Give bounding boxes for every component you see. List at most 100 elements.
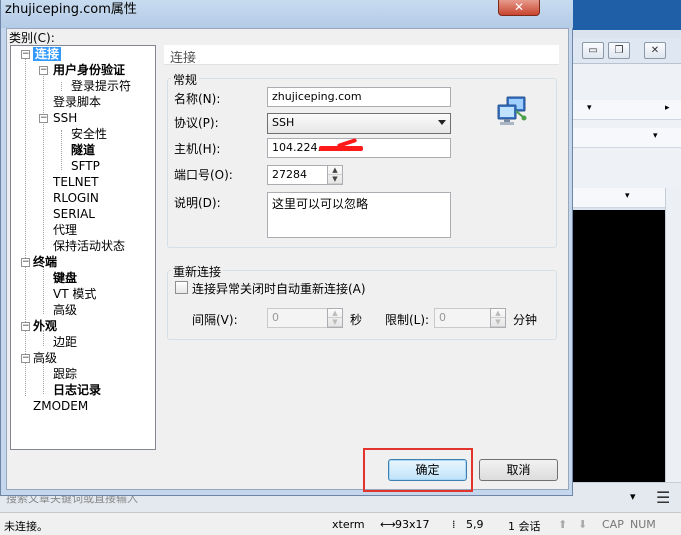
tree-line: [43, 74, 44, 249]
name-label: 名称(N):: [174, 92, 221, 106]
collapse-icon[interactable]: −: [39, 114, 48, 123]
close-icon[interactable]: ✕: [644, 42, 666, 59]
tree-line: [43, 266, 44, 314]
tree-item-zmodem[interactable]: ZMODEM: [33, 398, 88, 414]
tree-item-logging[interactable]: 日志记录: [53, 382, 101, 398]
port-spinner[interactable]: ▲ ▼: [327, 165, 343, 185]
spin-down-icon[interactable]: ▼: [328, 318, 342, 327]
tree-item-tunnel[interactable]: 隧道: [71, 142, 95, 158]
num-indicator: NUM: [630, 518, 656, 531]
tree-item-terminal[interactable]: 终端: [33, 254, 57, 270]
tree-item-login-script[interactable]: 登录脚本: [53, 94, 101, 110]
terminal-scrollbar[interactable]: [665, 188, 681, 482]
tree-item-ssh[interactable]: SSH: [53, 110, 77, 126]
auto-reconnect-checkbox[interactable]: [175, 281, 188, 294]
resize-icon: ⟷: [380, 518, 396, 531]
tree-item-keepalive[interactable]: 保持活动状态: [53, 238, 125, 254]
reconnect-group-title: 重新连接: [171, 263, 224, 280]
menu-icon[interactable]: ☰: [656, 488, 670, 507]
chevron-down-icon[interactable]: ▾: [625, 191, 630, 201]
tree-item-keyboard[interactable]: 键盘: [53, 270, 77, 286]
port-label: 端口号(O):: [174, 168, 233, 182]
cursor-icon: ⁞: [452, 518, 456, 531]
restore-icon[interactable]: ❐: [608, 42, 630, 59]
interval-spinner[interactable]: ▲ ▼: [327, 308, 343, 328]
limit-input[interactable]: 0: [434, 308, 494, 328]
scroll-right-icon[interactable]: ▸: [665, 103, 670, 113]
dropdown-icon[interactable]: ▾: [587, 103, 592, 113]
tree-item-terminal-advanced[interactable]: 高级: [53, 302, 77, 318]
terminal-type: xterm: [332, 518, 365, 531]
host-label: 主机(H):: [174, 142, 221, 156]
status-bar: 未连接。 xterm ⟷ 93x17 ⁞ 5,9 1 会话 ⬆ ⬇ CAP NU…: [0, 512, 681, 535]
dialog-titlebar[interactable]: zhujiceping.com属性 ✕: [1, 0, 573, 28]
connection-status: 未连接。: [4, 520, 48, 533]
port-input[interactable]: 27284: [267, 165, 329, 185]
spin-down-icon[interactable]: ▼: [491, 318, 505, 327]
name-input[interactable]: zhujiceping.com: [267, 87, 451, 107]
category-label: 类别(C):: [9, 31, 55, 45]
collapse-icon[interactable]: −: [21, 354, 30, 363]
computer-network-icon: [495, 95, 529, 127]
collapse-icon[interactable]: −: [39, 66, 48, 75]
minimize-icon[interactable]: ▭: [582, 42, 604, 59]
seconds-unit: 秒: [350, 313, 363, 327]
category-tree[interactable]: − − − − − − 连接 用户身份验证 登录提示符 登录脚本 SSH 安全性…: [10, 45, 156, 450]
minutes-unit: 分钟: [513, 313, 538, 327]
tree-item-proxy[interactable]: 代理: [53, 222, 77, 238]
spin-up-icon[interactable]: ▲: [491, 309, 505, 318]
description-input[interactable]: 这里可以可以忽略: [267, 192, 451, 238]
tree-item-login-prompt[interactable]: 登录提示符: [71, 78, 131, 94]
terminal-area[interactable]: [573, 210, 665, 482]
tree-line: [61, 82, 62, 91]
terminal-size: 93x17: [395, 518, 430, 531]
caps-indicator: CAP: [602, 518, 624, 531]
panel-title: 连接: [170, 51, 197, 66]
chevron-down-icon[interactable]: ▾: [653, 131, 658, 141]
arrow-down-icon: ⬇: [578, 518, 588, 531]
limit-spinner[interactable]: ▲ ▼: [490, 308, 506, 328]
description-label: 说明(D):: [174, 196, 221, 210]
cancel-button[interactable]: 取消: [479, 459, 558, 481]
tree-item-rlogin[interactable]: RLOGIN: [53, 190, 99, 206]
tree-item-trace[interactable]: 跟踪: [53, 366, 77, 382]
protocol-label: 协议(P):: [174, 116, 219, 130]
tree-item-security[interactable]: 安全性: [71, 126, 107, 142]
panel-header: 连接: [164, 45, 559, 66]
background-toolbar: [573, 64, 681, 188]
collapse-icon[interactable]: −: [21, 50, 30, 59]
spin-up-icon[interactable]: ▲: [328, 309, 342, 318]
background-toolbar-row: ▾ ▸: [573, 100, 681, 120]
tree-item-connection[interactable]: 连接: [33, 46, 62, 62]
arrow-up-icon: ⬆: [558, 518, 568, 531]
tree-item-margins[interactable]: 边距: [53, 334, 77, 350]
tree-item-serial[interactable]: SERIAL: [53, 206, 95, 222]
spin-down-icon[interactable]: ▼: [328, 175, 342, 184]
annotation-highlight: [363, 448, 473, 492]
tree-item-advanced[interactable]: 高级: [33, 350, 57, 366]
tree-item-user-auth[interactable]: 用户身份验证: [53, 62, 125, 78]
general-group-title: 常规: [171, 71, 200, 88]
auto-reconnect-label[interactable]: 连接异常关闭时自动重新连接(A): [192, 280, 366, 297]
cursor-position: 5,9: [466, 518, 484, 531]
protocol-select[interactable]: SSH: [267, 113, 451, 134]
tree-item-sftp[interactable]: SFTP: [71, 158, 100, 174]
tree-item-appearance[interactable]: 外观: [33, 318, 57, 334]
background-address-row: ▾: [573, 128, 681, 148]
collapse-icon[interactable]: −: [21, 322, 30, 331]
spin-up-icon[interactable]: ▲: [328, 166, 342, 175]
tree-line: [43, 362, 44, 394]
background-titlebar: [573, 0, 681, 30]
tree-item-vt-mode[interactable]: VT 模式: [53, 286, 96, 302]
tree-line: [61, 130, 62, 170]
properties-dialog: zhujiceping.com属性 ✕ 类别(C): − − − − − − 连…: [0, 0, 573, 496]
chevron-down-icon: [438, 120, 446, 125]
collapse-icon[interactable]: −: [21, 258, 30, 267]
close-button[interactable]: ✕: [498, 0, 540, 16]
tree-line: [25, 58, 26, 396]
scroll-down-icon[interactable]: ▾: [630, 490, 636, 503]
protocol-value: SSH: [272, 116, 295, 129]
tree-item-telnet[interactable]: TELNET: [53, 174, 99, 190]
dialog-title: zhujiceping.com属性: [5, 2, 137, 17]
interval-input[interactable]: 0: [267, 308, 329, 328]
